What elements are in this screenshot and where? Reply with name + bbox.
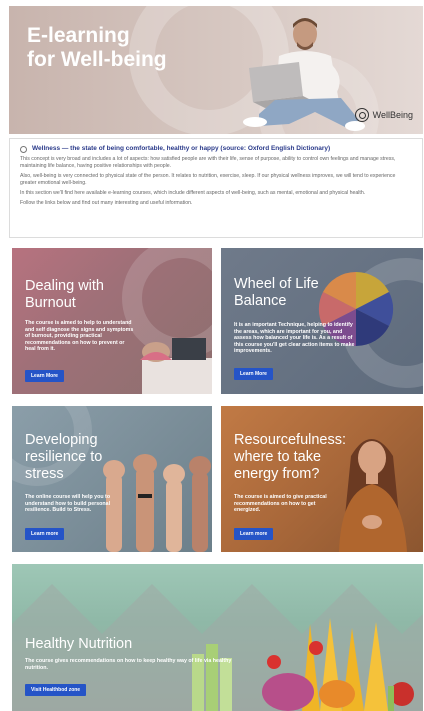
course-title-line: Dealing with: [25, 278, 104, 294]
course-description: The course is aimed to give practical re…: [234, 494, 327, 514]
course-card-burnout: Dealing with Burnout The course is aimed…: [12, 248, 212, 394]
course-title: Wheel of Life Balance: [234, 276, 319, 310]
learn-more-button[interactable]: Learn more: [25, 528, 65, 540]
info-headline: Wellness — the state of being comfortabl…: [32, 145, 331, 152]
info-paragraph: In this section we'll find here availabl…: [20, 190, 366, 196]
course-title: Resourcefulness: where to take energy fr…: [234, 432, 346, 483]
course-title-line: energy from?: [234, 466, 320, 482]
wellbeing-logo: WellBeing: [354, 108, 413, 122]
course-description: The course gives recommendations on how …: [25, 658, 232, 671]
course-title-line: Burnout: [25, 295, 76, 311]
learn-more-button[interactable]: Learn More: [25, 370, 64, 382]
lightbulb-icon: [20, 146, 27, 153]
info-headline-row: Wellness — the state of being comfortabl…: [20, 145, 412, 153]
info-paragraph: This concept is very broad and includes …: [20, 156, 396, 169]
course-title-line: where to take: [234, 449, 322, 465]
visit-zone-button[interactable]: Visit Healthbod zone: [25, 684, 87, 696]
hero-title-line: for Well-being: [27, 48, 167, 71]
wellbeing-logo-text: WellBeing: [372, 110, 413, 120]
course-title-line: resilience to: [25, 449, 103, 465]
learn-more-button[interactable]: Learn more: [234, 528, 274, 540]
course-description: The course is aimed to help to understan…: [25, 320, 134, 353]
info-paragraph: Follow the links below and find out many…: [20, 200, 193, 206]
course-title: Dealing with Burnout: [25, 278, 104, 312]
hero-title-line: E-learning: [27, 24, 130, 47]
learn-more-button[interactable]: Learn More: [234, 368, 273, 380]
course-card-healthy-nutrition: Healthy Nutrition The course gives recom…: [12, 564, 423, 711]
course-title-line: stress: [25, 466, 64, 482]
raised-fists-image: [103, 454, 211, 552]
course-title: Developing resilience to stress: [25, 432, 102, 483]
course-card-wheel-of-life: Wheel of Life Balance It is an important…: [221, 248, 423, 394]
info-paragraph: Also, well-being is very connected to ph…: [20, 173, 396, 186]
course-title: Healthy Nutrition: [25, 636, 133, 652]
course-title-line: Balance: [234, 293, 287, 309]
wellness-info-box: Wellness — the state of being comfortabl…: [9, 138, 423, 238]
desk-scene-image: [140, 338, 212, 394]
course-title-line: Wheel of Life: [234, 276, 319, 292]
course-title-line: Resourcefulness:: [234, 432, 347, 448]
wellbeing-logo-icon: [354, 108, 369, 122]
course-description: It is an important Technique, helping to…: [234, 322, 355, 355]
course-description: The online course will help you to under…: [25, 494, 111, 514]
course-card-resilience: Developing resilience to stress The onli…: [12, 406, 212, 552]
hero-banner: E-learning for Well-being WellBeing: [9, 6, 423, 134]
course-title-line: Developing: [25, 432, 98, 448]
course-card-resourcefulness: Resourcefulness: where to take energy fr…: [221, 406, 423, 552]
hero-title: E-learning for Well-being: [27, 24, 227, 72]
